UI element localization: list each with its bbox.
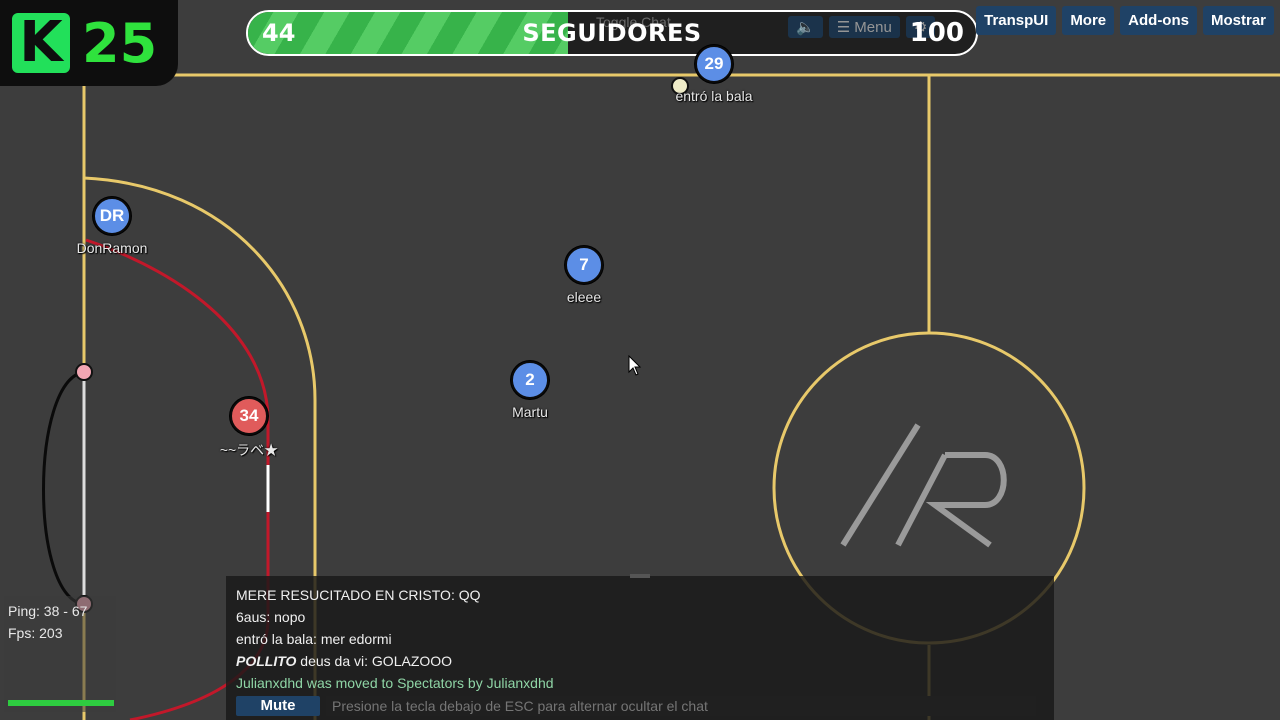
top-button-bar: TranspUI More Add-ons Mostrar [976,6,1274,35]
player-name: entró la bala [675,88,753,104]
chat-message: POLLITO deus da vi: GOLAZOOO [236,653,453,669]
streamer-badge: K 25 [0,0,178,86]
chat-panel: MERE RESUCITADO EN CRISTO: QQ 6aus: nopo… [226,574,1054,720]
player-name: Martu [512,404,548,420]
chat-resize-handle[interactable] [630,574,650,578]
chat-system-message: Julianxdhd was moved to Spectators by Ju… [236,675,554,691]
badge-count: 25 [82,11,158,75]
k-logo: K [12,13,70,73]
chat-message: entró la bala: mer edormi [236,631,392,647]
mute-button[interactable]: Mute [236,696,320,716]
player-avatar: 29 [695,45,733,83]
chat-input-row: Mute [236,696,1036,716]
chat-message: MERE RESUCITADO EN CRISTO: QQ [236,587,481,603]
transpui-button[interactable]: TranspUI [976,6,1057,35]
player-avatar: 7 [565,246,603,284]
ping-fps-panel: Ping: 38 - 67 Fps: 203 [4,596,116,712]
followers-goal: 100 [909,18,964,48]
goal-post-top [75,363,93,381]
player-name: ~~ラベ★ [219,442,279,458]
ping-readout: Ping: 38 - 67 [8,603,88,619]
mostrar-button[interactable]: Mostrar [1202,6,1274,35]
chat-input[interactable] [326,696,1036,716]
followers-label: SEGUIDORES [522,19,702,47]
addons-button[interactable]: Add-ons [1120,6,1197,35]
player-avatar: 2 [511,361,549,399]
chat-message: 6aus: nopo [236,609,306,625]
more-button[interactable]: More [1062,6,1115,35]
player-avatar: DR [93,197,131,235]
fps-graph [8,700,114,706]
fps-readout: Fps: 203 [8,625,63,641]
player-name: DonRamon [76,240,148,256]
chat-log: MERE RESUCITADO EN CRISTO: QQ 6aus: nopo… [226,576,1054,694]
mouse-cursor-icon [628,355,642,376]
center-logo [840,423,1007,548]
player-avatar: 34 [230,397,268,435]
goal-net [42,370,85,606]
followers-goal-bar: Toggle Chat 🔈 ☰ Menu ⚙ 44 SEGUIDORES 100 [246,10,978,56]
player-name: eleee [566,289,602,305]
